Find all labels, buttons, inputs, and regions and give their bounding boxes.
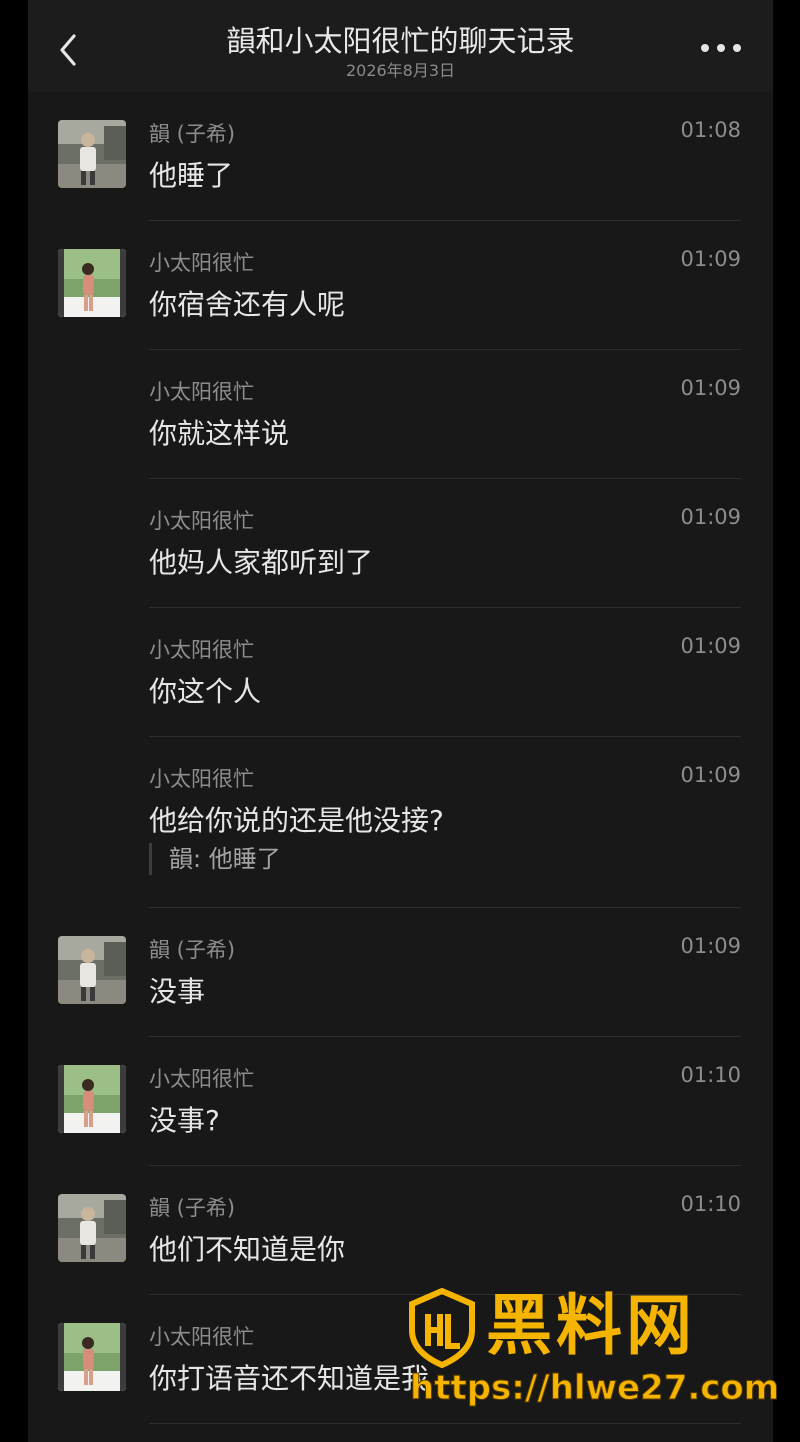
message-item[interactable]: 小太阳很忙 01:09 你就这样说 [28,350,773,479]
message-text: 他睡了 [149,159,234,192]
message-item[interactable]: 小太阳很忙 01:09 你宿舍还有人呢 [28,221,773,350]
chat-history-screen: 韻和小太阳很忙的聊天记录 2026年8月3日 韻 (子希) 01:08 他睡了小太阳… [28,0,773,1442]
watermark: 黑料网 https://hlwe27.com [400,1284,780,1414]
sender-name: 小太阳很忙 [149,1325,254,1349]
sender-name: 韻 (子希) [149,938,236,962]
avatar[interactable] [58,120,126,188]
message-time: 01:10 [680,1192,741,1216]
message-item[interactable]: 小太阳很忙 01:09 他妈人家都听到了 [28,479,773,608]
sender-name: 韻 (子希) [149,1196,236,1220]
message-text: 你就这样说 [149,417,290,450]
sender-name: 小太阳很忙 [149,638,254,662]
message-text: 他们不知道是你 [149,1233,346,1266]
sender-name: 小太阳很忙 [149,509,254,533]
message-time: 01:09 [680,247,741,271]
watermark-url: https://hlwe27.com [409,1368,780,1409]
header-bar: 韻和小太阳很忙的聊天记录 2026年8月3日 [28,0,773,92]
page-title: 韻和小太阳很忙的聊天记录 [226,24,575,58]
message-text: 没事 [149,975,206,1008]
quoted-reply[interactable]: 韻: 他睡了 [149,843,281,875]
message-time: 01:08 [680,118,741,142]
message-time: 01:09 [680,763,741,787]
message-text: 他妈人家都听到了 [149,546,374,579]
sender-name: 小太阳很忙 [149,380,254,404]
message-text: 你宿舍还有人呢 [149,288,346,321]
sender-name: 小太阳很忙 [149,1067,254,1091]
message-item[interactable]: 韻 (子希) 01:09 没事 [28,908,773,1037]
message-item[interactable]: 小太阳很忙 01:09 你这个人 [28,608,773,737]
message-item[interactable]: 韻 (子希) 01:10 他们不知道是你 [28,1166,773,1295]
message-item[interactable]: 小太阳很忙 01:09 他给你说的还是他没接? 韻: 他睡了 [28,737,773,908]
message-time: 01:09 [680,505,741,529]
message-text: 你打语音还不知道是我 [149,1362,430,1395]
message-list: 韻 (子希) 01:08 他睡了 小太阳很忙 01:09 你宿舍还有人呢 小太阳很忙 01:0… [28,92,773,1424]
sender-name: 小太阳很忙 [149,251,254,275]
message-time: 01:10 [680,1063,741,1087]
message-time: 01:09 [680,376,741,400]
message-text: 没事? [149,1104,220,1137]
message-time: 01:09 [680,934,741,958]
message-item[interactable]: 韻 (子希) 01:08 他睡了 [28,92,773,221]
avatar[interactable] [58,1065,126,1133]
sender-name: 韻 (子希) [149,122,236,146]
shield-logo-icon [409,1288,475,1368]
chat-date: 2026年8月3日 [345,61,456,80]
message-time: 01:09 [680,634,741,658]
avatar[interactable] [58,1194,126,1262]
avatar[interactable] [58,249,126,317]
message-item[interactable]: 小太阳很忙 01:10 没事? [28,1037,773,1166]
avatar[interactable] [58,1323,126,1391]
sender-name: 小太阳很忙 [149,767,254,791]
message-text: 他给你说的还是他没接? [149,804,444,837]
avatar[interactable] [58,936,126,1004]
more-dots-icon[interactable] [701,44,741,54]
divider [149,1423,741,1424]
message-text: 你这个人 [149,675,262,708]
watermark-title: 黑料网 [486,1287,696,1364]
